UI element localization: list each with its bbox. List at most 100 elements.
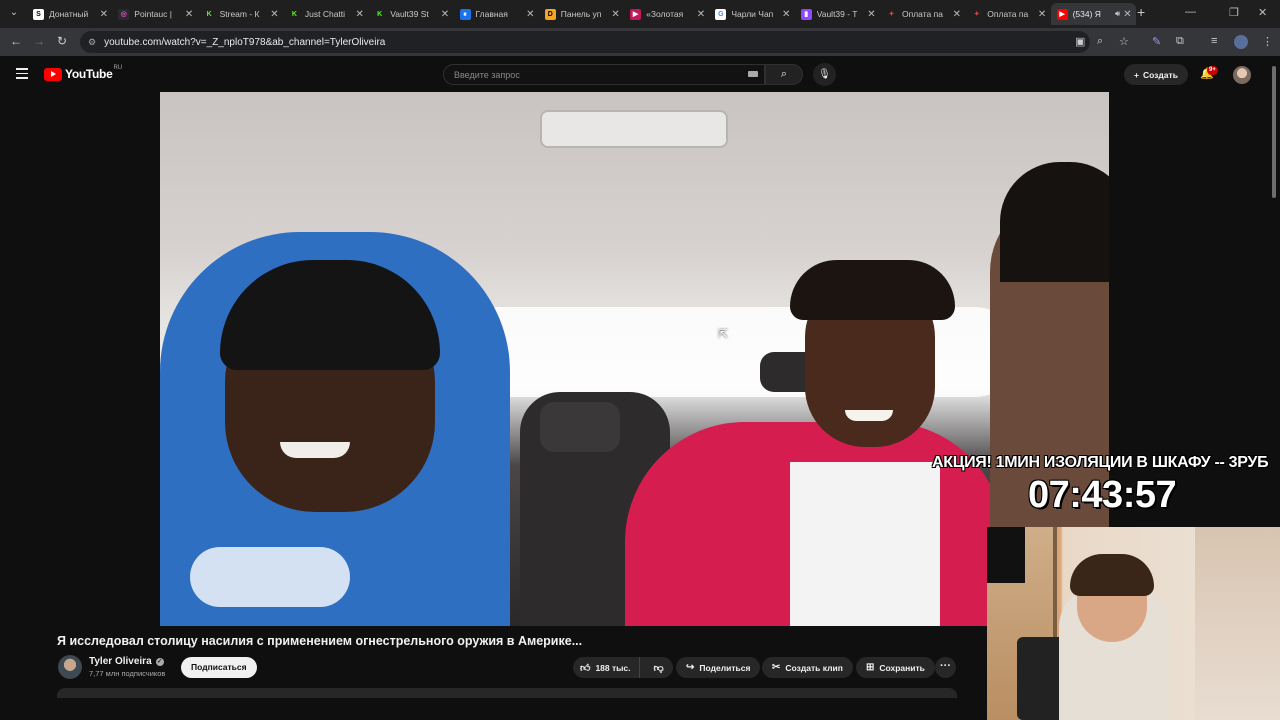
minimize-icon[interactable]: —: [1185, 6, 1196, 18]
create-label: Создать: [1142, 69, 1178, 80]
tab-favicon-icon: ✦: [886, 8, 897, 20]
car-headrest: [540, 402, 620, 452]
search-button[interactable]: ⌕: [765, 64, 803, 85]
like-button[interactable]: 👍︎ 188 тыс.: [573, 657, 640, 678]
tab-favicon-icon: S: [33, 8, 44, 20]
channel-name-row[interactable]: Tyler Oliveira ✓: [89, 656, 164, 667]
tab-close-icon[interactable]: ✕: [1123, 9, 1131, 20]
more-actions-icon[interactable]: ···: [935, 657, 956, 678]
tab-favicon-icon: K: [374, 8, 386, 20]
keyboard-icon[interactable]: [748, 71, 758, 77]
channel-avatar[interactable]: [58, 655, 82, 679]
bookmark-star-icon[interactable]: ☆: [1119, 35, 1129, 48]
share-icon: ↪: [686, 662, 695, 673]
browser-tab[interactable]: K Just Chatti ✕: [283, 3, 368, 25]
save-label: Сохранить: [879, 662, 925, 673]
tab-close-icon[interactable]: ✕: [953, 9, 961, 20]
thumbs-up-icon: 👍︎: [580, 662, 591, 674]
description-box[interactable]: [57, 688, 957, 698]
browser-tab[interactable]: S Донатный ✕: [27, 3, 112, 25]
browser-tab[interactable]: ▮ Vault39 - T ✕: [795, 3, 880, 25]
tab-title: Vault39 - T: [816, 9, 858, 19]
clip-label: Создать клип: [785, 662, 843, 673]
tab-title: Оплата па: [902, 9, 943, 19]
subscribe-button[interactable]: Подписаться: [181, 657, 257, 678]
tab-search-icon[interactable]: ⌄: [6, 5, 22, 21]
voice-search-button[interactable]: 🎙: [813, 63, 836, 86]
tab-favicon-icon: ▶: [1056, 8, 1068, 20]
tab-close-icon[interactable]: ✕: [270, 9, 278, 20]
car-dome-light: [540, 110, 728, 148]
browser-tab[interactable]: K Vault39 St ✕: [368, 3, 453, 25]
tab-close-icon[interactable]: ✕: [611, 9, 619, 20]
browser-tab[interactable]: K Stream - К ✕: [198, 3, 283, 25]
extension-pen-icon[interactable]: ✎: [1152, 35, 1161, 48]
youtube-header: YouTube RU Введите запрос ⌕ 🎙 + Создать …: [0, 56, 1280, 92]
video-frame: ⇱: [160, 92, 1109, 626]
media-control-icon[interactable]: ≡: [1211, 35, 1217, 47]
tab-title: Главная: [475, 9, 508, 19]
person-smile: [845, 410, 893, 421]
browser-tab[interactable]: D Панель уп ✕: [539, 3, 624, 25]
page-scrollbar[interactable]: [1272, 66, 1276, 198]
extensions-icon[interactable]: ⧉: [1176, 35, 1184, 48]
new-tab-button[interactable]: +: [1137, 4, 1145, 20]
profile-avatar[interactable]: [1234, 35, 1248, 49]
tab-close-icon[interactable]: ✕: [867, 9, 875, 20]
person-white-shirt: [790, 462, 940, 626]
browser-tab[interactable]: ▶ «Золотая ✕: [624, 3, 709, 25]
search-input[interactable]: Введите запрос: [443, 64, 765, 85]
like-count: 188 тыс.: [595, 662, 631, 673]
tab-close-icon[interactable]: ✕: [782, 9, 790, 20]
save-button[interactable]: ⊞ Сохранить: [856, 657, 935, 678]
tab-audio-icon[interactable]: 🔊︎: [1115, 9, 1120, 19]
tab-close-icon[interactable]: ✕: [1038, 9, 1046, 20]
create-button[interactable]: + Создать: [1124, 64, 1188, 85]
thumbs-down-icon: 👎︎: [653, 662, 664, 674]
youtube-wordmark: YouTube: [65, 67, 113, 81]
tab-close-icon[interactable]: ✕: [526, 9, 534, 20]
close-window-icon[interactable]: ✕: [1258, 6, 1267, 19]
browser-tab[interactable]: ✦ Оплата па ✕: [880, 3, 965, 25]
zoom-icon[interactable]: ⌕: [1097, 35, 1103, 48]
browser-tab[interactable]: ▶ (534) Я 🔊︎ ✕: [1050, 3, 1136, 25]
tab-favicon-icon: ◎: [118, 8, 130, 20]
menu-icon[interactable]: [16, 68, 28, 82]
address-bar[interactable]: ⚙ youtube.com/watch?v=_Z_nploT978&ab_cha…: [80, 31, 1090, 53]
video-player[interactable]: ⇱: [160, 92, 1109, 626]
plus-icon: +: [1134, 69, 1139, 80]
site-info-icon[interactable]: ⚙: [88, 37, 96, 48]
forward-icon[interactable]: →: [33, 34, 45, 48]
share-label: Поделиться: [699, 662, 751, 673]
region-code: RU: [113, 65, 123, 71]
tab-title: Оплата па: [987, 9, 1029, 19]
restore-icon[interactable]: ❐: [1229, 6, 1239, 19]
mouse-cursor-icon: ⇱: [718, 327, 729, 341]
dislike-button[interactable]: 👎︎: [645, 657, 673, 678]
youtube-logo[interactable]: YouTube RU: [44, 65, 123, 81]
account-avatar[interactable]: [1233, 66, 1251, 84]
browser-tab[interactable]: ⏸ Главная ✕: [454, 3, 539, 25]
browser-toolbar: ← → ↻ ⚙ youtube.com/watch?v=_Z_nploT978&…: [0, 28, 1280, 56]
youtube-play-icon: [44, 67, 62, 81]
mic-icon: 🎙: [818, 69, 831, 80]
tab-close-icon[interactable]: ✕: [356, 9, 364, 20]
reload-icon[interactable]: ↻: [57, 34, 67, 48]
cast-icon[interactable]: ▣: [1075, 35, 1085, 48]
browser-tab[interactable]: ◎ Pointauc | ✕: [112, 3, 197, 25]
browser-tab[interactable]: G Чарли Чап ✕: [709, 3, 794, 25]
browser-tab[interactable]: ✦ Оплата па ✕: [965, 3, 1050, 25]
tab-close-icon[interactable]: ✕: [185, 9, 193, 20]
browser-menu-icon[interactable]: ⋮: [1262, 35, 1273, 48]
clip-button[interactable]: ✂ Создать клип: [762, 657, 853, 678]
person-hair: [1000, 162, 1109, 282]
tab-close-icon[interactable]: ✕: [441, 9, 449, 20]
share-button[interactable]: ↪ Поделиться: [676, 657, 761, 678]
tab-title: Just Chatti: [304, 9, 346, 19]
hoodie-print: [190, 547, 350, 607]
tab-favicon-icon: K: [288, 8, 300, 20]
tab-close-icon[interactable]: ✕: [100, 9, 108, 20]
back-icon[interactable]: ←: [10, 34, 22, 48]
channel-name[interactable]: Tyler Oliveira: [89, 656, 152, 667]
tab-close-icon[interactable]: ✕: [697, 9, 705, 20]
